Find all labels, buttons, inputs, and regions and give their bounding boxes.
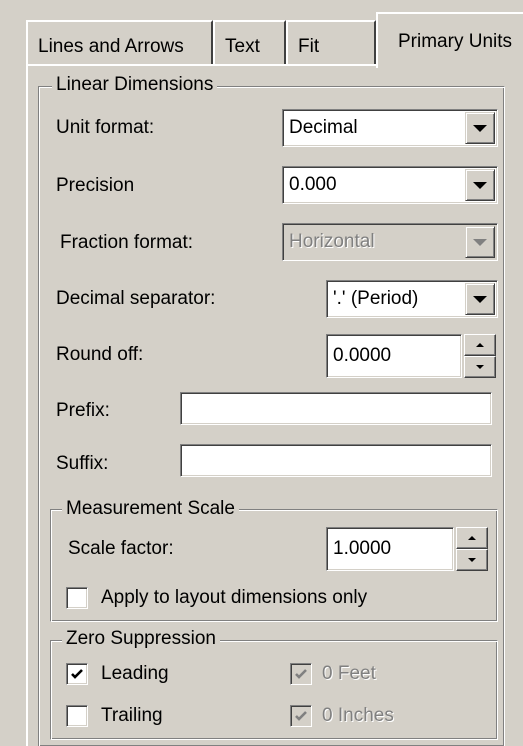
tab-text[interactable]: Text — [213, 20, 286, 66]
unit-format-value: Decimal — [289, 117, 358, 138]
dropdown-button[interactable] — [465, 283, 495, 315]
chevron-down-icon — [473, 295, 487, 303]
decimal-separator-select[interactable]: '.' (Period) — [326, 280, 498, 318]
leading-label: Leading — [101, 663, 169, 684]
round-off-value: 0.0000 — [333, 345, 392, 366]
feet-checkbox — [290, 663, 312, 685]
tab-label: Lines and Arrows — [38, 36, 184, 57]
group-title: Linear Dimensions — [52, 75, 218, 95]
group-title: Measurement Scale — [62, 499, 239, 519]
scale-factor-value: 1.0000 — [333, 538, 392, 559]
scale-factor-input[interactable]: 1.0000 — [326, 527, 454, 571]
tab-label: Primary Units — [398, 31, 513, 52]
round-off-input[interactable]: 0.0000 — [326, 334, 462, 378]
tab-lines-and-arrows[interactable]: Lines and Arrows — [26, 20, 213, 66]
spin-down-button[interactable] — [464, 356, 496, 378]
spin-up-button[interactable] — [456, 527, 488, 549]
arrow-down-icon — [468, 558, 476, 562]
dropdown-button — [465, 226, 495, 258]
fraction-format-value: Horizontal — [289, 231, 375, 252]
round-off-spinner[interactable] — [464, 334, 496, 378]
tab-primary-units[interactable]: Primary Units — [376, 12, 523, 68]
inches-checkbox — [290, 705, 312, 727]
scale-factor-spinner[interactable] — [456, 527, 488, 571]
dropdown-button[interactable] — [465, 169, 495, 201]
unit-format-select[interactable]: Decimal — [282, 109, 498, 147]
leading-checkbox[interactable] — [66, 663, 88, 685]
prefix-label: Prefix: — [56, 400, 110, 421]
precision-select[interactable]: 0.000 — [282, 166, 498, 204]
checkmark-icon — [71, 669, 83, 679]
arrow-up-icon — [468, 536, 476, 540]
precision-label: Precision — [56, 175, 135, 196]
chevron-down-icon — [473, 181, 487, 189]
tab-fit[interactable]: Fit — [286, 20, 376, 66]
suffix-input[interactable] — [180, 444, 492, 477]
fraction-format-select: Horizontal — [282, 223, 498, 261]
tab-label: Fit — [298, 36, 320, 57]
trailing-checkbox[interactable] — [66, 705, 88, 727]
round-off-label: Round off: — [56, 344, 144, 365]
checkmark-icon — [295, 711, 307, 721]
feet-label: 0 Feet — [322, 663, 376, 684]
decimal-separator-label: Decimal separator: — [56, 288, 216, 309]
apply-layout-label: Apply to layout dimensions only — [101, 587, 368, 608]
arrow-down-icon — [476, 365, 484, 369]
prefix-input[interactable] — [180, 392, 492, 425]
group-title: Zero Suppression — [62, 629, 220, 649]
chevron-down-icon — [473, 238, 487, 246]
decimal-separator-value: '.' (Period) — [333, 288, 419, 309]
spin-up-button[interactable] — [464, 334, 496, 356]
trailing-label: Trailing — [101, 705, 163, 726]
spin-down-button[interactable] — [456, 549, 488, 571]
tab-label: Text — [225, 36, 260, 57]
arrow-up-icon — [476, 343, 484, 347]
inches-label: 0 Inches — [322, 705, 394, 726]
suffix-label: Suffix: — [56, 453, 109, 474]
panel-left-edge — [26, 64, 28, 746]
fraction-format-label: Fraction format: — [60, 232, 194, 253]
apply-layout-checkbox[interactable] — [66, 587, 88, 609]
unit-format-label: Unit format: — [56, 117, 155, 138]
precision-value: 0.000 — [289, 174, 337, 195]
scale-factor-label: Scale factor: — [68, 538, 174, 559]
checkmark-icon — [295, 669, 307, 679]
dropdown-button[interactable] — [465, 112, 495, 144]
chevron-down-icon — [473, 124, 487, 132]
